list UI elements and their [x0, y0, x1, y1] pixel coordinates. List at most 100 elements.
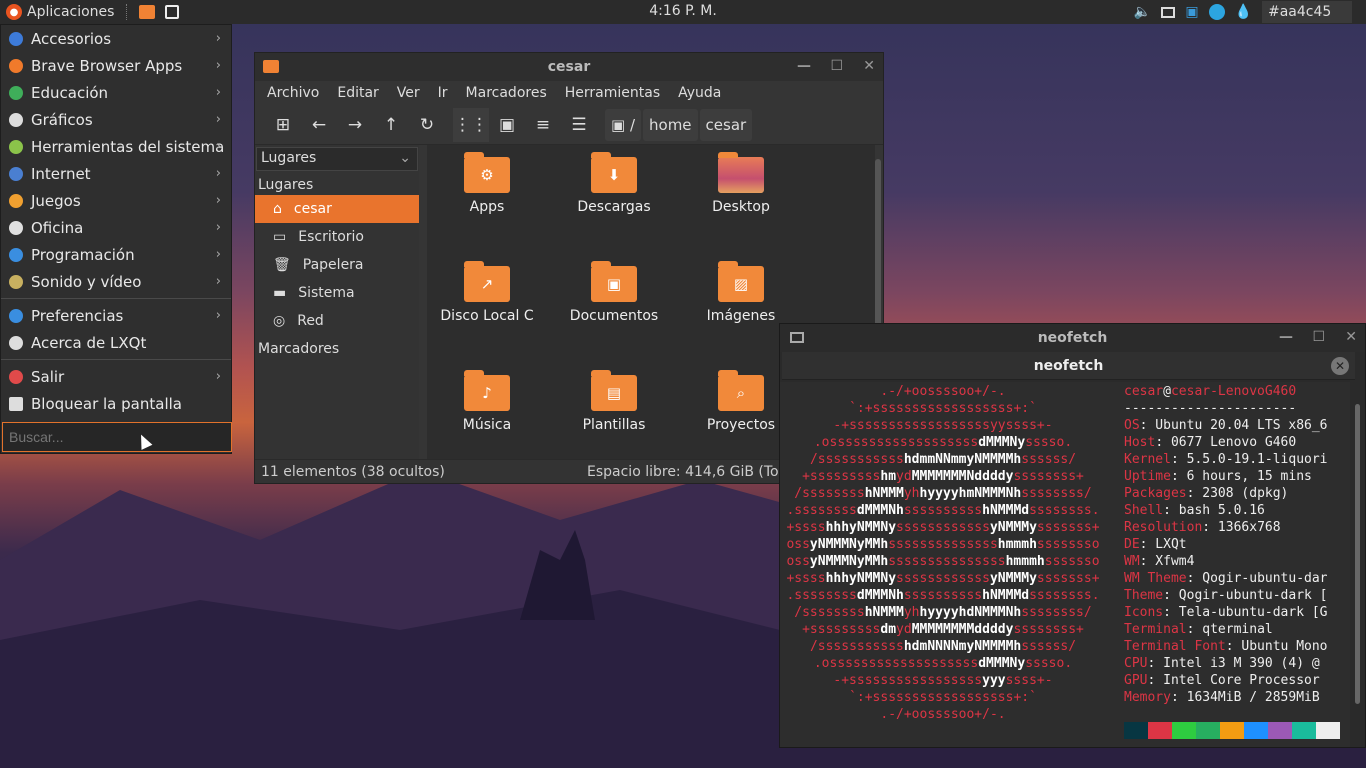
- file-item[interactable]: Desktop: [681, 152, 801, 215]
- applications-menu-button[interactable]: ● Aplicaciones: [0, 0, 120, 24]
- file-item[interactable]: ↗ Disco Local C: [427, 261, 547, 324]
- menu-item-preferences[interactable]: Preferencias ›: [1, 302, 231, 329]
- sidebar-item-place[interactable]: 🗑 Papelera: [255, 251, 419, 279]
- chevron-right-icon: ›: [215, 220, 221, 235]
- status-free-space: Espacio libre: 414,6 GiB (Tota: [587, 463, 793, 480]
- breadcrumb-item[interactable]: home: [643, 108, 698, 141]
- file-item[interactable]: ♪ Música: [427, 370, 547, 433]
- menu-item-category[interactable]: Oficina ›: [1, 214, 231, 241]
- menu-item-category[interactable]: Brave Browser Apps ›: [1, 52, 231, 79]
- menubar-item[interactable]: Ayuda: [678, 85, 721, 101]
- drive-folder-icon: ↗: [464, 261, 510, 302]
- file-manager-launcher-icon[interactable]: [139, 5, 156, 19]
- menu-item-category[interactable]: Juegos ›: [1, 187, 231, 214]
- ascii-line: .osssssssssssssssssssdMMMNysssso.: [813, 656, 1073, 671]
- computer-icon: ▬: [273, 285, 287, 301]
- menu-item-category[interactable]: Internet ›: [1, 160, 231, 187]
- volume-icon[interactable]: 🔈: [1134, 4, 1151, 20]
- minimize-icon[interactable]: —: [1279, 329, 1293, 345]
- close-tab-icon[interactable]: ✕: [1331, 357, 1349, 375]
- file-item[interactable]: ▨ Imágenes: [681, 261, 801, 324]
- file-item[interactable]: ▤ Plantillas: [554, 370, 674, 433]
- color-swatch: [1124, 722, 1148, 739]
- detail-list-view-icon[interactable]: ☰: [561, 108, 597, 142]
- chevron-down-icon: ⌄: [399, 150, 411, 166]
- reload-icon[interactable]: ↻: [409, 108, 445, 142]
- breadcrumb: ▣ / home cesar: [605, 108, 753, 141]
- breadcrumb-item[interactable]: ▣ /: [605, 108, 642, 141]
- menu-item-lock[interactable]: Bloquear la pantalla: [1, 390, 231, 417]
- file-name: Música: [462, 417, 512, 433]
- info-row: WM: Xfwm4: [1124, 553, 1350, 570]
- window-titlebar[interactable]: neofetch — ☐ ✕: [780, 324, 1365, 352]
- menu-item-category[interactable]: Sonido y vídeo ›: [1, 268, 231, 295]
- window-title: cesar: [547, 59, 591, 75]
- icon-view-icon[interactable]: ⋮⋮: [453, 107, 489, 142]
- file-item[interactable]: ▣ Documentos: [554, 261, 674, 324]
- compact-view-icon[interactable]: ≡: [525, 108, 561, 142]
- side-pane-mode-select[interactable]: Lugares ⌄: [256, 147, 418, 171]
- breadcrumb-item[interactable]: cesar: [699, 108, 753, 141]
- menu-item-about[interactable]: Acerca de LXQt: [1, 329, 231, 356]
- sidebar-item-place[interactable]: ⌂ cesar: [255, 195, 419, 223]
- forward-arrow-icon[interactable]: →: [337, 108, 373, 142]
- bookmarks-header: Marcadores: [258, 341, 340, 357]
- new-window-icon[interactable]: ⊞: [265, 108, 301, 142]
- terminal-output[interactable]: .-/+oossssoo+/-. `:+ssssssssssssssssss+:`…: [780, 382, 1350, 747]
- info-value: : Intel Core Processor: [1147, 673, 1320, 688]
- menubar-item[interactable]: Marcadores: [466, 85, 547, 101]
- menu-item-category[interactable]: Accesorios ›: [1, 25, 231, 52]
- menu-item-category[interactable]: Gráficos ›: [1, 106, 231, 133]
- menubar-item[interactable]: Archivo: [267, 85, 319, 101]
- sidebar-item-label: Sistema: [298, 285, 355, 301]
- file-item[interactable]: ⚙ Apps: [427, 152, 547, 215]
- chevron-right-icon: ›: [215, 85, 221, 100]
- drive-icon: ▣: [611, 115, 630, 134]
- sidebar-item-place[interactable]: ◎ Red: [255, 307, 419, 335]
- info-value: : 2308 (dpkg): [1186, 486, 1289, 501]
- terminal-tab[interactable]: neofetch ✕: [782, 352, 1355, 380]
- separator-line: ----------------------: [1124, 401, 1297, 416]
- minimize-icon[interactable]: —: [797, 58, 811, 74]
- terminal-launcher-icon[interactable]: [165, 5, 180, 19]
- close-icon[interactable]: ✕: [1345, 329, 1357, 345]
- thumbnail-view-icon[interactable]: ▣: [489, 108, 525, 142]
- menubar-item[interactable]: Ir: [438, 85, 448, 101]
- info-value: : Ubuntu 20.04 LTS x86_6: [1139, 418, 1328, 433]
- color-swatch: [1244, 722, 1268, 739]
- scrollbar[interactable]: [875, 159, 881, 329]
- menu-item-category[interactable]: Herramientas del sistema ›: [1, 133, 231, 160]
- sidebar-item-place[interactable]: ▬ Sistema: [255, 279, 419, 307]
- pictures-folder-icon: ▨: [718, 261, 764, 302]
- file-name: Descargas: [577, 199, 651, 215]
- close-icon[interactable]: ✕: [863, 58, 875, 74]
- maximize-icon[interactable]: ☐: [1312, 329, 1325, 345]
- screen-icon[interactable]: [1161, 6, 1176, 18]
- menu-item-label: Sonido y vídeo: [31, 272, 142, 291]
- up-arrow-icon[interactable]: ↑: [373, 108, 409, 142]
- menu-item-logout[interactable]: Salir ›: [1, 363, 231, 390]
- color-value-field[interactable]: #aa4c45: [1262, 1, 1352, 23]
- info-row: Theme: Qogir-ubuntu-dark [: [1124, 587, 1350, 604]
- menu-item-label: Educación: [31, 83, 109, 102]
- telegram-icon[interactable]: [1208, 4, 1225, 20]
- chat-icon[interactable]: ▣: [1185, 4, 1198, 20]
- info-row: Memory: 1634MiB / 2859MiB: [1124, 689, 1350, 706]
- sidebar-item-place[interactable]: ▭ Escritorio: [255, 223, 419, 251]
- menubar-item[interactable]: Editar: [337, 85, 378, 101]
- sidebar-item-label: Red: [297, 313, 324, 329]
- back-arrow-icon[interactable]: ←: [301, 108, 337, 142]
- menubar-item[interactable]: Ver: [397, 85, 420, 101]
- menubar-item[interactable]: Herramientas: [565, 85, 660, 101]
- sidebar-item-label: Escritorio: [298, 229, 364, 245]
- menu-search-input[interactable]: [2, 422, 232, 452]
- color-picker-icon[interactable]: 💧: [1235, 4, 1252, 20]
- file-item[interactable]: ⬇ Descargas: [554, 152, 674, 215]
- user-host: cesar@cesar-LenovoG460: [1124, 383, 1350, 400]
- window-titlebar[interactable]: cesar — ☐ ✕: [255, 53, 883, 81]
- scrollbar[interactable]: [1355, 404, 1360, 704]
- maximize-icon[interactable]: ☐: [830, 58, 843, 74]
- color-swatch: [1220, 722, 1244, 739]
- menu-item-category[interactable]: Educación ›: [1, 79, 231, 106]
- menu-item-category[interactable]: Programación ›: [1, 241, 231, 268]
